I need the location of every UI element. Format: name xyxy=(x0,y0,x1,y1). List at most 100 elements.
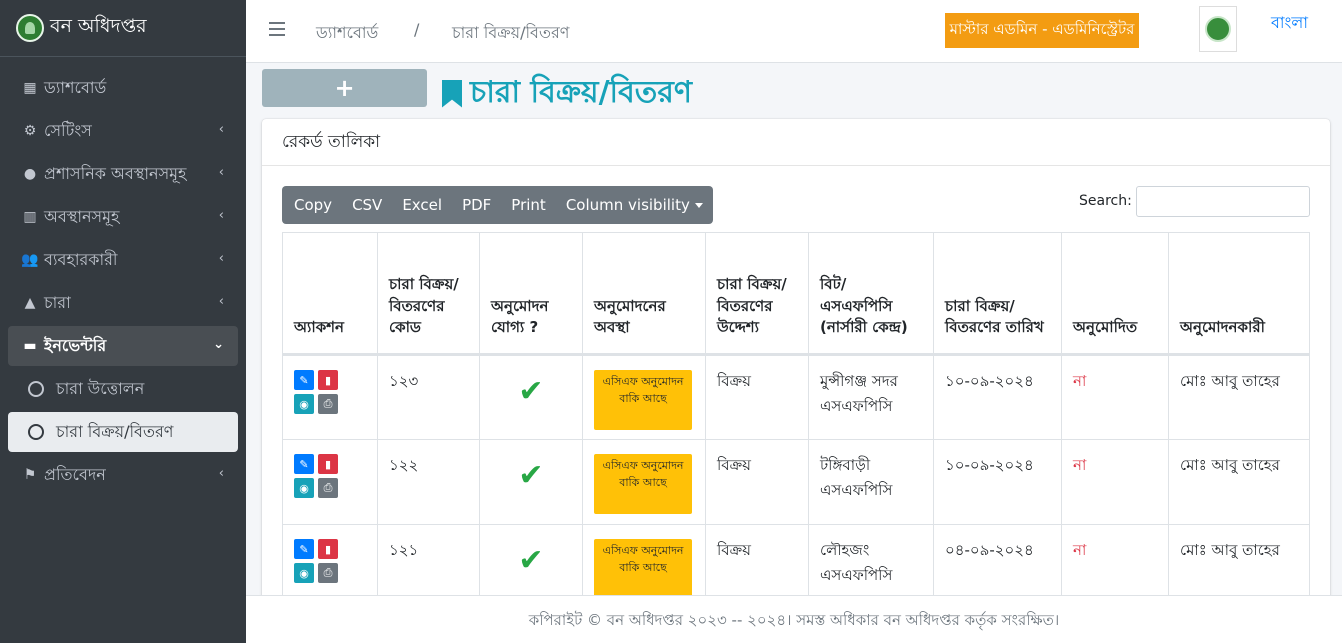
column-header[interactable]: অনুমোদিত xyxy=(1061,232,1169,356)
sidebar-item-users[interactable]: 👥 ব্যবহারকারী ‹ xyxy=(8,240,238,280)
excel-button[interactable]: Excel xyxy=(392,186,452,224)
action-cell: ✎ ▮ ◉ ⎙ xyxy=(282,354,378,440)
records-table: অ্যাকশন চারা বিক্রয়/ বিতরণের কোড অনুমোদ… xyxy=(282,232,1310,609)
search-input[interactable] xyxy=(1136,186,1310,217)
approver-cell: মোঃ আবু তাহের xyxy=(1168,439,1310,525)
check-icon: ✔ xyxy=(518,543,544,578)
approved-cell: না xyxy=(1061,439,1169,525)
grid-icon: ▦ xyxy=(23,80,37,96)
sidebar-subitem-seedling-sale[interactable]: চারা বিক্রয়/বিতরণ xyxy=(8,412,238,452)
column-visibility-button[interactable]: Column visibility xyxy=(556,186,713,224)
page-title: চারা বিক্রয়/বিতরণ xyxy=(442,68,692,119)
csv-button[interactable]: CSV xyxy=(342,186,392,224)
table-header-row: অ্যাকশন চারা বিক্রয়/ বিতরণের কোড অনুমোদ… xyxy=(282,232,1310,356)
building-icon: ▥ xyxy=(23,209,37,225)
status-cell: এসিএফ অনুমোদন বাকি আছে xyxy=(582,439,706,525)
sidebar-item-inventory[interactable]: ▬ ইনভেন্টরি ⌄ xyxy=(8,326,238,366)
column-header[interactable]: অনুমোদন যোগ্য ? xyxy=(479,232,583,356)
table-row: ✎ ▮ ◉ ⎙ ১২২ ✔ এসিএফ অনুমোদন বাকি আছে বিক… xyxy=(282,439,1310,525)
search-label: Search: xyxy=(1079,193,1132,209)
sidebar-item-label: চারা উত্তোলন xyxy=(56,378,145,398)
sidebar-item-label: ব্যবহারকারী xyxy=(44,249,118,269)
sidebar-item-label: চারা বিক্রয়/বিতরণ xyxy=(56,421,174,441)
column-header[interactable]: চারা বিক্রয়/ বিতরণের কোড xyxy=(377,232,480,356)
column-header[interactable]: অনুমোদনকারী xyxy=(1168,232,1310,356)
status-badge: এসিএফ অনুমোদন বাকি আছে xyxy=(594,539,692,599)
bookmark-icon xyxy=(442,79,462,108)
user-role-badge[interactable]: মাস্টার এডমিন - এডমিনিস্ট্রেটর xyxy=(945,13,1139,48)
column-header[interactable]: বিট/ এসএফপিসি (নার্সারী কেন্দ্র) xyxy=(808,232,934,356)
trash-icon[interactable]: ▮ xyxy=(318,539,338,559)
chevron-left-icon: ‹ xyxy=(218,122,224,137)
sidebar-item-label: প্রশাসনিক অবস্থানসমূহ xyxy=(44,163,187,183)
breadcrumb-dashboard[interactable]: ড্যাশবোর্ড xyxy=(316,20,378,47)
edit-icon[interactable]: ✎ xyxy=(294,454,314,474)
records-card: রেকর্ড তালিকা Copy CSV Excel PDF Print C… xyxy=(262,119,1330,609)
column-header[interactable]: অ্যাকশন xyxy=(282,232,378,356)
export-button-group: Copy CSV Excel PDF Print Column visibili… xyxy=(282,186,713,224)
forest-department-logo xyxy=(16,14,44,42)
breadcrumb-current: চারা বিক্রয়/বিতরণ xyxy=(452,23,570,42)
status-badge: এসিএফ অনুমোদন বাকি আছে xyxy=(594,454,692,514)
chevron-left-icon: ‹ xyxy=(218,165,224,180)
language-switch[interactable]: বাংলা xyxy=(1271,10,1308,37)
printer-icon[interactable]: ⎙ xyxy=(318,478,338,498)
pdf-button[interactable]: PDF xyxy=(452,186,501,224)
approvable-cell: ✔ xyxy=(479,439,583,525)
add-button[interactable]: + xyxy=(262,69,427,107)
eye-icon[interactable]: ◉ xyxy=(294,563,314,583)
brand[interactable]: বন অধিদপ্তর xyxy=(0,0,246,57)
copy-button[interactable]: Copy xyxy=(282,186,342,224)
trash-icon[interactable]: ▮ xyxy=(318,370,338,390)
sidebar: বন অধিদপ্তর ▦ ড্যাশবোর্ড ⚙ সেটিংস ‹ ● প্… xyxy=(0,0,246,643)
gear-icon: ⚙ xyxy=(23,123,37,139)
tree-icon: ▲ xyxy=(24,295,36,311)
chevron-left-icon: ‹ xyxy=(218,294,224,309)
printer-icon[interactable]: ⎙ xyxy=(318,394,338,414)
sidebar-item-seedlings[interactable]: ▲ চারা ‹ xyxy=(8,283,238,323)
sidebar-item-label: অবস্থানসমূহ xyxy=(44,206,120,226)
edit-icon[interactable]: ✎ xyxy=(294,539,314,559)
edit-icon[interactable]: ✎ xyxy=(294,370,314,390)
location-pin-icon: ● xyxy=(23,166,37,182)
sidebar-item-label: ড্যাশবোর্ড xyxy=(44,77,107,97)
sidebar-item-dashboard[interactable]: ▦ ড্যাশবোর্ড xyxy=(8,68,238,108)
eye-icon[interactable]: ◉ xyxy=(294,394,314,414)
approved-cell: না xyxy=(1061,354,1169,440)
circle-icon xyxy=(28,381,44,397)
flag-icon: ⚑ xyxy=(23,467,37,483)
chevron-down-icon: ⌄ xyxy=(213,337,224,352)
code-cell: ১২২ xyxy=(377,439,480,525)
brand-title: বন অধিদপ্তর xyxy=(50,15,147,37)
trash-icon[interactable]: ▮ xyxy=(318,454,338,474)
approver-cell: মোঃ আবু তাহের xyxy=(1168,354,1310,440)
purpose-cell: বিক্রয় xyxy=(705,354,809,440)
column-header[interactable]: চারা বিক্রয়/ বিতরণের তারিখ xyxy=(933,232,1062,356)
page-title-text: চারা বিক্রয়/বিতরণ xyxy=(470,75,692,110)
sidebar-item-label: প্রতিবেদন xyxy=(44,464,106,484)
column-header[interactable]: চারা বিক্রয়/ বিতরণের উদ্দেশ্য xyxy=(705,232,809,356)
sidebar-item-settings[interactable]: ⚙ সেটিংস ‹ xyxy=(8,111,238,151)
sidebar-item-admin-locations[interactable]: ● প্রশাসনিক অবস্থানসমূহ ‹ xyxy=(8,154,238,194)
date-cell: ১০-০৯-২০২৪ xyxy=(933,439,1062,525)
topbar: ড্যাশবোর্ড / চারা বিক্রয়/বিতরণ মাস্টার … xyxy=(246,0,1342,63)
action-cell: ✎ ▮ ◉ ⎙ xyxy=(282,439,378,525)
approvable-cell: ✔ xyxy=(479,354,583,440)
center-cell: মুন্সীগঞ্জ সদর এসএফপিসি xyxy=(808,354,934,440)
column-header[interactable]: অনুমোদনের অবস্থা xyxy=(582,232,706,356)
chevron-left-icon: ‹ xyxy=(218,251,224,266)
sidebar-item-reports[interactable]: ⚑ প্রতিবেদন ‹ xyxy=(8,455,238,495)
card-title: রেকর্ড তালিকা xyxy=(262,119,1330,166)
breadcrumb-separator: / xyxy=(414,20,420,39)
hamburger-menu-icon[interactable] xyxy=(269,22,285,36)
sidebar-nav: ▦ ড্যাশবোর্ড ⚙ সেটিংস ‹ ● প্রশাসনিক অবস্… xyxy=(0,57,246,495)
footer: কপিরাইট © বন অধিদপ্তর ২০২৩ -- ২০২৪। সমস্… xyxy=(246,595,1342,643)
sidebar-item-locations[interactable]: ▥ অবস্থানসমূহ ‹ xyxy=(8,197,238,237)
print-button[interactable]: Print xyxy=(501,186,556,224)
chevron-left-icon: ‹ xyxy=(218,466,224,481)
sidebar-item-label: চারা xyxy=(44,292,71,312)
sidebar-subitem-seedling-lifting[interactable]: চারা উত্তোলন xyxy=(8,369,238,409)
printer-icon[interactable]: ⎙ xyxy=(318,563,338,583)
forest-department-logo xyxy=(1199,6,1237,52)
eye-icon[interactable]: ◉ xyxy=(294,478,314,498)
